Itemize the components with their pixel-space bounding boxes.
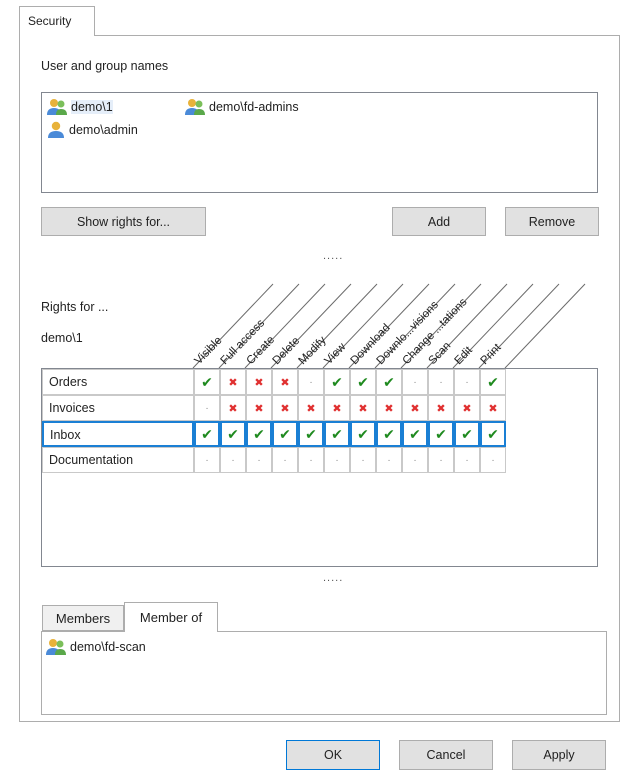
add-button[interactable]: Add	[392, 207, 486, 236]
rights-grid[interactable]: Orders ✔ ✖ ✖ ✖ · ✔ ✔ ✔ · · · ✔ Invoices · ✖ ✖ ✖ ✖ ✖ ✖ ✖ ✖ ✖ ✖ ✖ In…	[41, 368, 598, 567]
rights-row[interactable]: Inbox ✔ ✔ ✔ ✔ ✔ ✔ ✔ ✔ ✔ ✔ ✔ ✔	[42, 421, 506, 447]
show-rights-button[interactable]: Show rights for...	[41, 207, 206, 236]
cross-icon[interactable]: ✖	[272, 395, 298, 421]
check-icon[interactable]: ✔	[298, 421, 324, 447]
check-icon[interactable]: ✔	[324, 421, 350, 447]
rights-column-headers: VisibleFull accessCreateDeleteModifyView…	[193, 283, 586, 369]
check-icon[interactable]: ✔	[428, 421, 454, 447]
dot-icon[interactable]: ·	[428, 447, 454, 473]
dot-icon[interactable]: ·	[246, 447, 272, 473]
group-icon	[46, 639, 66, 655]
group-icon	[185, 99, 205, 115]
dot-icon[interactable]: ·	[402, 447, 428, 473]
check-icon[interactable]: ✔	[194, 369, 220, 395]
check-icon[interactable]: ✔	[220, 421, 246, 447]
dot-icon[interactable]: ·	[428, 369, 454, 395]
cross-icon[interactable]: ✖	[298, 395, 324, 421]
rights-subject: demo\1	[41, 331, 83, 345]
cancel-button[interactable]: Cancel	[399, 740, 493, 770]
user-item-admin[interactable]: demo\admin	[46, 120, 138, 140]
dot-icon[interactable]: ·	[324, 447, 350, 473]
cross-icon[interactable]: ✖	[402, 395, 428, 421]
dot-icon[interactable]: ·	[402, 369, 428, 395]
user-name: demo\admin	[69, 123, 138, 137]
cross-icon[interactable]: ✖	[220, 395, 246, 421]
dot-icon[interactable]: ·	[376, 447, 402, 473]
rights-row-name: Inbox	[42, 421, 194, 447]
dot-icon[interactable]: ·	[220, 447, 246, 473]
ok-button[interactable]: OK	[286, 740, 380, 770]
rights-row-name: Documentation	[42, 447, 194, 473]
remove-button[interactable]: Remove	[505, 207, 599, 236]
column-header-label: Delete	[271, 335, 303, 367]
rights-row-name: Orders	[42, 369, 194, 395]
cross-icon[interactable]: ✖	[376, 395, 402, 421]
tab-member-of[interactable]: Member of	[124, 602, 218, 632]
check-icon[interactable]: ✔	[272, 421, 298, 447]
cross-icon[interactable]: ✖	[246, 369, 272, 395]
user-item-fd-admins[interactable]: demo\fd-admins	[184, 97, 299, 117]
check-icon[interactable]: ✔	[350, 369, 376, 395]
dot-icon[interactable]: ·	[350, 447, 376, 473]
tab-security[interactable]: Security	[19, 6, 95, 36]
check-icon[interactable]: ✔	[480, 421, 506, 447]
cross-icon[interactable]: ✖	[272, 369, 298, 395]
splitter-handle[interactable]: .....	[323, 250, 343, 262]
dot-icon[interactable]: ·	[454, 369, 480, 395]
check-icon[interactable]: ✔	[350, 421, 376, 447]
column-header-label: Modify	[297, 334, 329, 367]
rights-row[interactable]: Documentation · · · · · · · · · · · ·	[42, 447, 506, 473]
check-icon[interactable]: ✔	[376, 421, 402, 447]
group-icon	[47, 99, 67, 115]
cross-icon[interactable]: ✖	[220, 369, 246, 395]
member-item-fd-scan[interactable]: demo\fd-scan	[45, 637, 146, 657]
member-name: demo\fd-scan	[70, 640, 146, 654]
rights-row-name: Invoices	[42, 395, 194, 421]
check-icon[interactable]: ✔	[454, 421, 480, 447]
dot-icon[interactable]: ·	[272, 447, 298, 473]
member-of-list[interactable]: demo\fd-scan	[41, 631, 607, 715]
cross-icon[interactable]: ✖	[480, 395, 506, 421]
cross-icon[interactable]: ✖	[454, 395, 480, 421]
column-header-label: Visible	[193, 335, 225, 368]
splitter-handle[interactable]: .....	[323, 572, 343, 584]
dot-icon[interactable]: ·	[480, 447, 506, 473]
user-name: demo\fd-admins	[209, 100, 299, 114]
user-item-demo1[interactable]: demo\1	[46, 97, 113, 117]
dot-icon[interactable]: ·	[298, 369, 324, 395]
check-icon[interactable]: ✔	[402, 421, 428, 447]
check-icon[interactable]: ✔	[246, 421, 272, 447]
cross-icon[interactable]: ✖	[428, 395, 454, 421]
dot-icon[interactable]: ·	[454, 447, 480, 473]
cross-icon[interactable]: ✖	[246, 395, 272, 421]
user-name: demo\1	[71, 100, 113, 114]
cross-icon[interactable]: ✖	[324, 395, 350, 421]
tab-members[interactable]: Members	[42, 605, 124, 631]
dot-icon[interactable]: ·	[194, 395, 220, 421]
rights-row[interactable]: Invoices · ✖ ✖ ✖ ✖ ✖ ✖ ✖ ✖ ✖ ✖ ✖	[42, 395, 506, 421]
dot-icon[interactable]: ·	[194, 447, 220, 473]
check-icon[interactable]: ✔	[376, 369, 402, 395]
user-icon	[48, 121, 64, 138]
check-icon[interactable]: ✔	[480, 369, 506, 395]
users-label: User and group names	[41, 59, 169, 73]
check-icon[interactable]: ✔	[194, 421, 220, 447]
rights-row[interactable]: Orders ✔ ✖ ✖ ✖ · ✔ ✔ ✔ · · · ✔	[42, 369, 506, 395]
apply-button[interactable]: Apply	[512, 740, 606, 770]
cross-icon[interactable]: ✖	[350, 395, 376, 421]
check-icon[interactable]: ✔	[324, 369, 350, 395]
users-listbox[interactable]: demo\1 demo\fd-admins demo\admin	[41, 92, 598, 193]
dot-icon[interactable]: ·	[298, 447, 324, 473]
rights-title: Rights for ...	[41, 300, 109, 314]
